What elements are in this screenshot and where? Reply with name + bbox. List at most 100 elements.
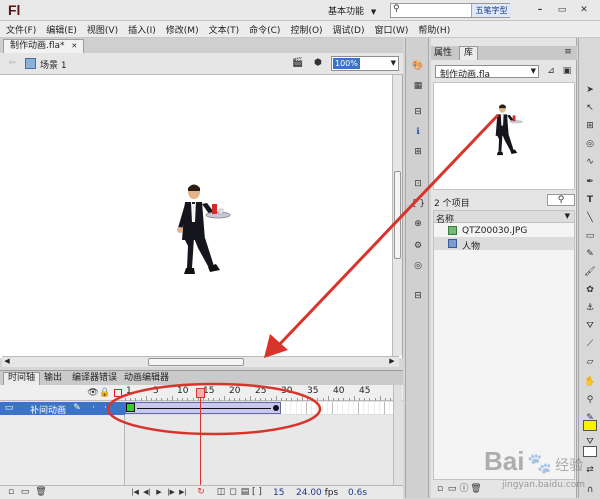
play-icon[interactable]: ▶ (154, 487, 164, 498)
loop-icon[interactable]: ↻ (196, 487, 206, 498)
last-frame-icon[interactable]: ▶| (178, 487, 188, 498)
stage-hscrollbar[interactable]: ◀ ▶ (2, 356, 399, 367)
new-folder-icon[interactable]: ▭ (20, 487, 30, 498)
maximize-icon[interactable]: ▭ (554, 3, 570, 17)
info-icon[interactable]: ℹ (410, 124, 426, 140)
transform-icon[interactable]: ⊞ (410, 144, 426, 160)
eraser-tool-icon[interactable]: ▱ (582, 354, 598, 370)
current-frame[interactable]: 15 (273, 488, 284, 498)
new-folder-icon[interactable]: ▭ (447, 484, 457, 494)
layer-row[interactable]: ▭ 补间动画 ✎ · · (0, 402, 125, 416)
motion-presets-icon[interactable]: ⚙ (410, 238, 426, 254)
frame-rate[interactable]: 24.00 fps (296, 488, 338, 498)
frame-area[interactable] (125, 402, 393, 415)
library-search[interactable]: ⚲ (547, 194, 575, 206)
project-icon[interactable]: ◎ (410, 258, 426, 274)
layer-visible-dot[interactable]: · (92, 403, 95, 413)
workspace-switcher[interactable]: 基本功能 ▼ (328, 4, 376, 17)
rectangle-tool-icon[interactable]: ▭ (582, 228, 598, 244)
stage-vscroll-thumb[interactable] (394, 171, 401, 259)
zoom-select[interactable]: 100% ▼ (331, 56, 399, 71)
menu-commands[interactable]: 命令(C) (249, 23, 280, 36)
eye-icon[interactable]: 👁 (87, 388, 98, 398)
delete-layer-icon[interactable]: 🗑 (35, 487, 46, 498)
modify-markers-icon[interactable]: [ ] (252, 487, 262, 498)
prev-frame-icon[interactable]: ◀| (142, 487, 152, 498)
menu-file[interactable]: 文件(F) (6, 23, 36, 36)
pin-icon[interactable]: ⊿ (545, 65, 557, 78)
text-tool-icon[interactable]: T (582, 192, 598, 208)
library-item-symbol[interactable]: 人物 (434, 237, 574, 252)
menu-view[interactable]: 视图(V) (87, 23, 118, 36)
onion-outline-icon[interactable]: ◻ (228, 487, 238, 498)
menu-insert[interactable]: 插入(I) (128, 23, 156, 36)
3d-rotation-tool-icon[interactable]: ◎ (582, 136, 598, 152)
timeline-vscrollbar[interactable] (393, 385, 402, 486)
menu-help[interactable]: 帮助(H) (418, 23, 450, 36)
pencil-icon[interactable]: ✎ (72, 403, 82, 413)
library-column-header[interactable]: 名称 ▼ (434, 211, 574, 225)
help-search[interactable]: ⚲ 五笔字型 (390, 3, 511, 18)
tab-timeline[interactable]: 时间轴 (3, 372, 41, 385)
close-icon[interactable]: ✕ (576, 3, 592, 17)
code-snippets-icon[interactable]: { } (410, 196, 426, 212)
actions-icon[interactable]: ⊡ (410, 176, 426, 192)
history-icon[interactable]: ⊟ (410, 288, 426, 304)
next-frame-icon[interactable]: |▶ (166, 487, 176, 498)
pen-tool-icon[interactable]: ✒ (582, 174, 598, 190)
panel-menu-icon[interactable]: ≡ (563, 47, 573, 58)
end-keyframe[interactable] (273, 405, 279, 411)
swap-colors-icon[interactable]: ⇄ (582, 462, 598, 478)
tab-output[interactable]: 输出 (44, 373, 62, 384)
search-input[interactable] (403, 5, 467, 16)
pencil-tool-icon[interactable]: ✎ (582, 246, 598, 262)
new-symbol-icon[interactable]: ▫ (435, 484, 445, 494)
playhead-handle[interactable] (196, 388, 206, 398)
library-item-bitmap[interactable]: QTZ00030.JPG (434, 224, 574, 237)
tab-motion-editor[interactable]: 动画编辑器 (124, 373, 169, 384)
hand-tool-icon[interactable]: ✋ (582, 374, 598, 390)
tab-compiler-errors[interactable]: 编译器错误 (72, 373, 117, 384)
fill-color-swatch[interactable] (583, 446, 597, 457)
stage-hscroll-thumb[interactable] (148, 358, 244, 366)
paint-bucket-tool-icon[interactable]: ⛛ (582, 318, 598, 334)
new-library-panel-icon[interactable]: ▣ (561, 65, 573, 78)
free-transform-tool-icon[interactable]: ⊞ (582, 118, 598, 134)
menu-debug[interactable]: 调试(D) (333, 23, 365, 36)
scroll-right-icon[interactable]: ▶ (387, 357, 397, 367)
close-tab-icon[interactable]: ✕ (71, 42, 77, 50)
new-layer-icon[interactable]: ▫ (6, 487, 16, 498)
menu-edit[interactable]: 编辑(E) (46, 23, 77, 36)
properties-icon[interactable]: ⓘ (459, 484, 469, 494)
scroll-left-icon[interactable]: ◀ (2, 357, 12, 367)
onion-skin-icon[interactable]: ◫ (216, 487, 226, 498)
first-frame-icon[interactable]: |◀ (130, 487, 140, 498)
edit-symbol-icon[interactable]: ⬢ (310, 56, 326, 71)
subselection-tool-icon[interactable]: ↖ (582, 100, 598, 116)
swatches-icon[interactable]: ▦ (410, 78, 426, 94)
minimize-icon[interactable]: – (532, 3, 548, 17)
start-keyframe[interactable] (126, 403, 135, 412)
layer-lock-dot[interactable]: · (104, 403, 107, 413)
eyedropper-tool-icon[interactable]: ⟋ (582, 336, 598, 352)
zoom-tool-icon[interactable]: ⚲ (582, 392, 598, 408)
library-file-select[interactable]: 制作动画.fla ▼ (435, 65, 539, 80)
delete-icon[interactable]: 🗑 (470, 484, 481, 494)
edit-scene-icon[interactable]: 🎬 (290, 56, 306, 71)
menu-control[interactable]: 控制(O) (290, 23, 322, 36)
menu-text[interactable]: 文本(T) (209, 23, 240, 36)
timeline-ruler[interactable]: 1 5 10 15 20 25 30 35 40 45 (125, 385, 393, 401)
deco-tool-icon[interactable]: ✿ (582, 282, 598, 298)
document-tab[interactable]: 制作动画.fla* ✕ (3, 39, 85, 53)
tab-properties[interactable]: 属性 (434, 47, 452, 59)
menu-window[interactable]: 窗口(W) (375, 23, 409, 36)
selection-tool-icon[interactable]: ➤ (582, 82, 598, 98)
color-icon[interactable]: 🎨 (410, 58, 426, 74)
lasso-tool-icon[interactable]: ∿ (582, 154, 598, 170)
lock-icon[interactable]: 🔒 (99, 388, 110, 398)
back-arrow-icon[interactable]: ⇦ (6, 57, 18, 69)
line-tool-icon[interactable]: ╲ (582, 210, 598, 226)
stage-vscrollbar[interactable] (392, 75, 402, 356)
components-icon[interactable]: ⊕ (410, 216, 426, 232)
align-icon[interactable]: ⊟ (410, 104, 426, 120)
